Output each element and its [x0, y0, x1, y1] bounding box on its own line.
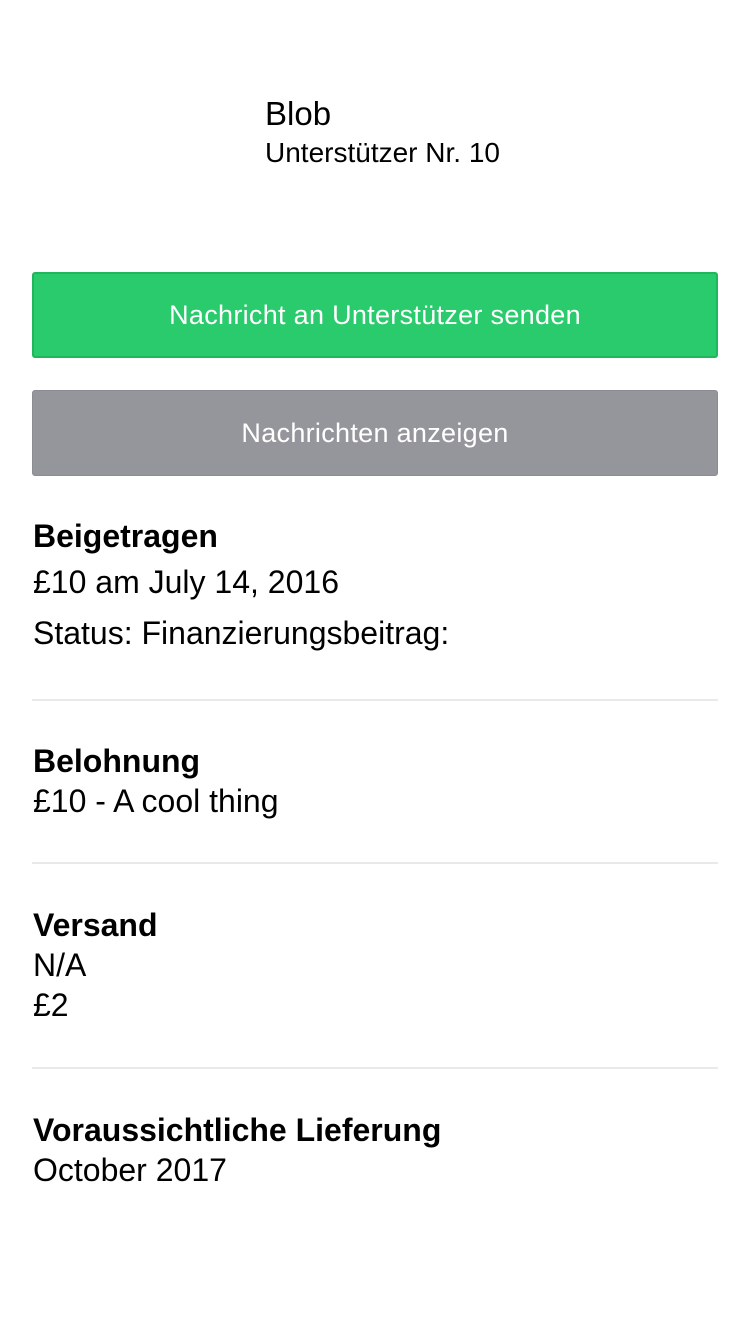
delivery-section: Voraussichtliche Lieferung October 2017: [33, 1110, 718, 1190]
contributed-amount-date: £10 am July 14, 2016: [33, 564, 339, 600]
delivery-title: Voraussichtliche Lieferung: [33, 1112, 442, 1148]
contributed-section: Beigetragen £10 am July 14, 2016 Status:…: [33, 516, 718, 659]
backer-sequence: Unterstützer Nr. 10: [265, 137, 500, 168]
contributed-title: Beigetragen: [33, 518, 218, 554]
reward-description: £10 - A cool thing: [33, 783, 279, 819]
view-messages-button[interactable]: Nachrichten anzeigen: [32, 390, 718, 476]
shipping-title: Versand: [33, 907, 158, 943]
reward-title: Belohnung: [33, 743, 201, 779]
backer-name: Blob: [265, 95, 332, 132]
contributed-status: Status: Finanzierungsbeitrag:: [33, 615, 450, 651]
backer-header: Blob Unterstützer Nr. 10: [265, 94, 500, 172]
shipping-section: Versand N/A £2: [33, 905, 718, 1025]
section-divider: [32, 1067, 718, 1069]
section-divider: [32, 699, 718, 701]
delivery-date: October 2017: [33, 1152, 227, 1188]
message-backer-button[interactable]: Nachricht an Unterstützer senden: [32, 272, 718, 358]
shipping-amount: £2: [33, 987, 69, 1023]
section-divider: [32, 862, 718, 864]
reward-section: Belohnung £10 - A cool thing: [33, 741, 718, 821]
shipping-location: N/A: [33, 947, 87, 983]
